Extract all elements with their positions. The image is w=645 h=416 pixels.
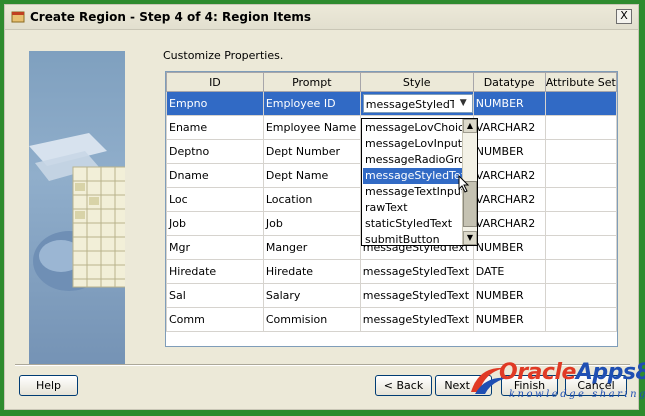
- title-bar[interactable]: Create Region - Step 4 of 4: Region Item…: [5, 5, 638, 30]
- cell-prompt[interactable]: Employee Name: [262, 115, 361, 140]
- cell-prompt[interactable]: Job: [262, 211, 361, 236]
- dropdown-option[interactable]: messageLovChoice: [363, 120, 462, 136]
- close-icon: X: [620, 9, 628, 22]
- cell-prompt[interactable]: Commision: [262, 307, 361, 332]
- wizard-illustration: [29, 51, 125, 364]
- column-header-attribute-set[interactable]: Attribute Set: [544, 72, 617, 92]
- watermark-brand-a: Oracle: [499, 360, 576, 385]
- cell-datatype[interactable]: NUMBER: [472, 283, 546, 308]
- help-button[interactable]: Help: [19, 375, 78, 396]
- cell-prompt[interactable]: Employee ID: [262, 91, 361, 116]
- cell-datatype[interactable]: NUMBER: [472, 235, 546, 260]
- cell-id[interactable]: Loc: [166, 187, 264, 212]
- dropdown-option[interactable]: staticStyledText: [363, 216, 462, 232]
- cell-attribute-set[interactable]: [544, 235, 617, 260]
- cell-id[interactable]: Job: [166, 211, 264, 236]
- cell-datatype[interactable]: NUMBER: [472, 307, 546, 332]
- cell-id[interactable]: Hiredate: [166, 259, 264, 284]
- style-dropdown-list[interactable]: messageLovChoice messageLovInput message…: [361, 118, 478, 246]
- column-header-id[interactable]: ID: [166, 72, 264, 92]
- cell-style[interactable]: messageStyledText: [359, 259, 474, 284]
- chevron-down-icon[interactable]: ▼: [457, 97, 470, 110]
- cell-prompt[interactable]: Dept Number: [262, 139, 361, 164]
- cell-style[interactable]: messageStyledText: [359, 283, 474, 308]
- dropdown-option[interactable]: messageRadioGroup: [363, 152, 462, 168]
- cell-attribute-set[interactable]: [544, 211, 617, 236]
- column-header-prompt[interactable]: Prompt: [262, 72, 361, 92]
- wizard-window: Create Region - Step 4 of 4: Region Item…: [4, 4, 639, 410]
- cell-attribute-set[interactable]: [544, 187, 617, 212]
- illustration-graphic: [29, 133, 125, 291]
- cell-prompt[interactable]: Salary: [262, 283, 361, 308]
- watermark-tagline: knowledge sharing: [509, 389, 645, 400]
- cell-attribute-set[interactable]: [544, 91, 617, 116]
- cell-id[interactable]: Dname: [166, 163, 264, 188]
- cell-id[interactable]: Ename: [166, 115, 264, 140]
- cell-prompt[interactable]: Dept Name: [262, 163, 361, 188]
- column-header-style[interactable]: Style: [359, 72, 474, 92]
- cell-id[interactable]: Deptno: [166, 139, 264, 164]
- table-header-row: ID Prompt Style Datatype Attribute Set: [166, 72, 617, 92]
- style-combobox-value: messageStyledT...: [365, 98, 454, 111]
- table-row[interactable]: Comm Commision messageStyledText NUMBER: [166, 307, 617, 332]
- cell-datatype[interactable]: DATE: [472, 259, 546, 284]
- mouse-cursor-icon: [458, 175, 470, 193]
- cell-prompt[interactable]: Hiredate: [262, 259, 361, 284]
- cell-attribute-set[interactable]: [544, 139, 617, 164]
- cell-attribute-set[interactable]: [544, 259, 617, 284]
- table-row[interactable]: Empno Employee ID messageStyledT... ▼ NU…: [166, 91, 617, 116]
- cell-datatype[interactable]: NUMBER: [472, 91, 546, 116]
- dropdown-option[interactable]: messageLovInput: [363, 136, 462, 152]
- dropdown-option[interactable]: messageTextInput: [363, 184, 462, 200]
- cell-style[interactable]: messageStyledT... ▼: [359, 91, 474, 116]
- section-heading: Customize Properties.: [163, 49, 284, 62]
- cell-id[interactable]: Mgr: [166, 235, 264, 260]
- table-row[interactable]: Sal Salary messageStyledText NUMBER: [166, 283, 617, 308]
- cell-datatype[interactable]: NUMBER: [472, 139, 546, 164]
- window-title: Create Region - Step 4 of 4: Region Item…: [30, 10, 312, 24]
- cell-attribute-set[interactable]: [544, 115, 617, 140]
- close-button[interactable]: X: [616, 9, 632, 24]
- cell-prompt[interactable]: Location: [262, 187, 361, 212]
- scroll-down-icon[interactable]: ▼: [463, 231, 477, 245]
- cell-id[interactable]: Comm: [166, 307, 264, 332]
- cell-prompt[interactable]: Manger: [262, 235, 361, 260]
- cell-datatype[interactable]: VARCHAR2: [472, 115, 546, 140]
- cell-attribute-set[interactable]: [544, 283, 617, 308]
- style-combobox[interactable]: messageStyledT... ▼: [362, 94, 473, 113]
- app-icon: [11, 11, 25, 23]
- cell-attribute-set[interactable]: [544, 163, 617, 188]
- cell-datatype[interactable]: VARCHAR2: [472, 187, 546, 212]
- table-row[interactable]: Hiredate Hiredate messageStyledText DATE: [166, 259, 617, 284]
- dropdown-option-selected[interactable]: messageStyledText: [363, 168, 462, 184]
- dropdown-option[interactable]: submitButton: [363, 232, 462, 248]
- watermark-logo: OracleApps88 knowledge sharing: [469, 358, 645, 406]
- cell-id[interactable]: Sal: [166, 283, 264, 308]
- back-button[interactable]: < Back: [375, 375, 432, 396]
- cell-datatype[interactable]: VARCHAR2: [472, 163, 546, 188]
- watermark-brand-b: Apps88: [575, 360, 645, 385]
- screenshot-frame: Create Region - Step 4 of 4: Region Item…: [0, 0, 645, 416]
- cell-datatype[interactable]: VARCHAR2: [472, 211, 546, 236]
- scroll-up-icon[interactable]: ▲: [463, 119, 477, 133]
- dropdown-option[interactable]: rawText: [363, 200, 462, 216]
- column-header-datatype[interactable]: Datatype: [472, 72, 546, 92]
- cell-attribute-set[interactable]: [544, 307, 617, 332]
- cell-style[interactable]: messageStyledText: [359, 307, 474, 332]
- watermark-brand: OracleApps88: [499, 360, 645, 385]
- cell-id[interactable]: Empno: [166, 91, 264, 116]
